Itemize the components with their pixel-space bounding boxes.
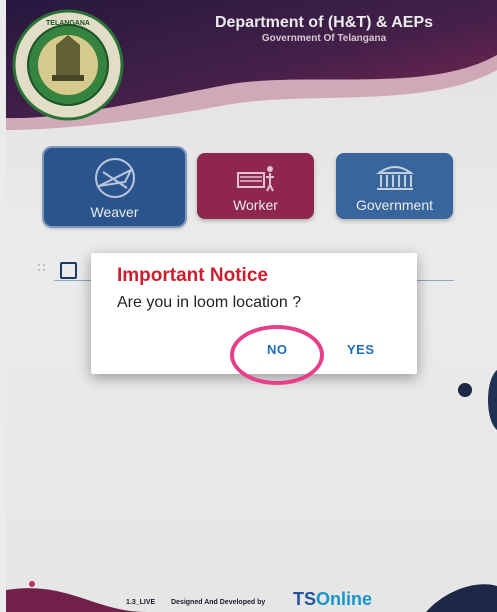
dialog-message: Are you in loom location ?: [117, 294, 302, 311]
dialog-title: Important Notice: [117, 265, 268, 286]
yes-button[interactable]: YES: [347, 342, 375, 357]
no-button[interactable]: NO: [267, 342, 288, 357]
notice-dialog: Important Notice Are you in loom locatio…: [91, 253, 417, 385]
app-screen: Department of (H&T) & AEPs Government Of…: [0, 0, 497, 612]
